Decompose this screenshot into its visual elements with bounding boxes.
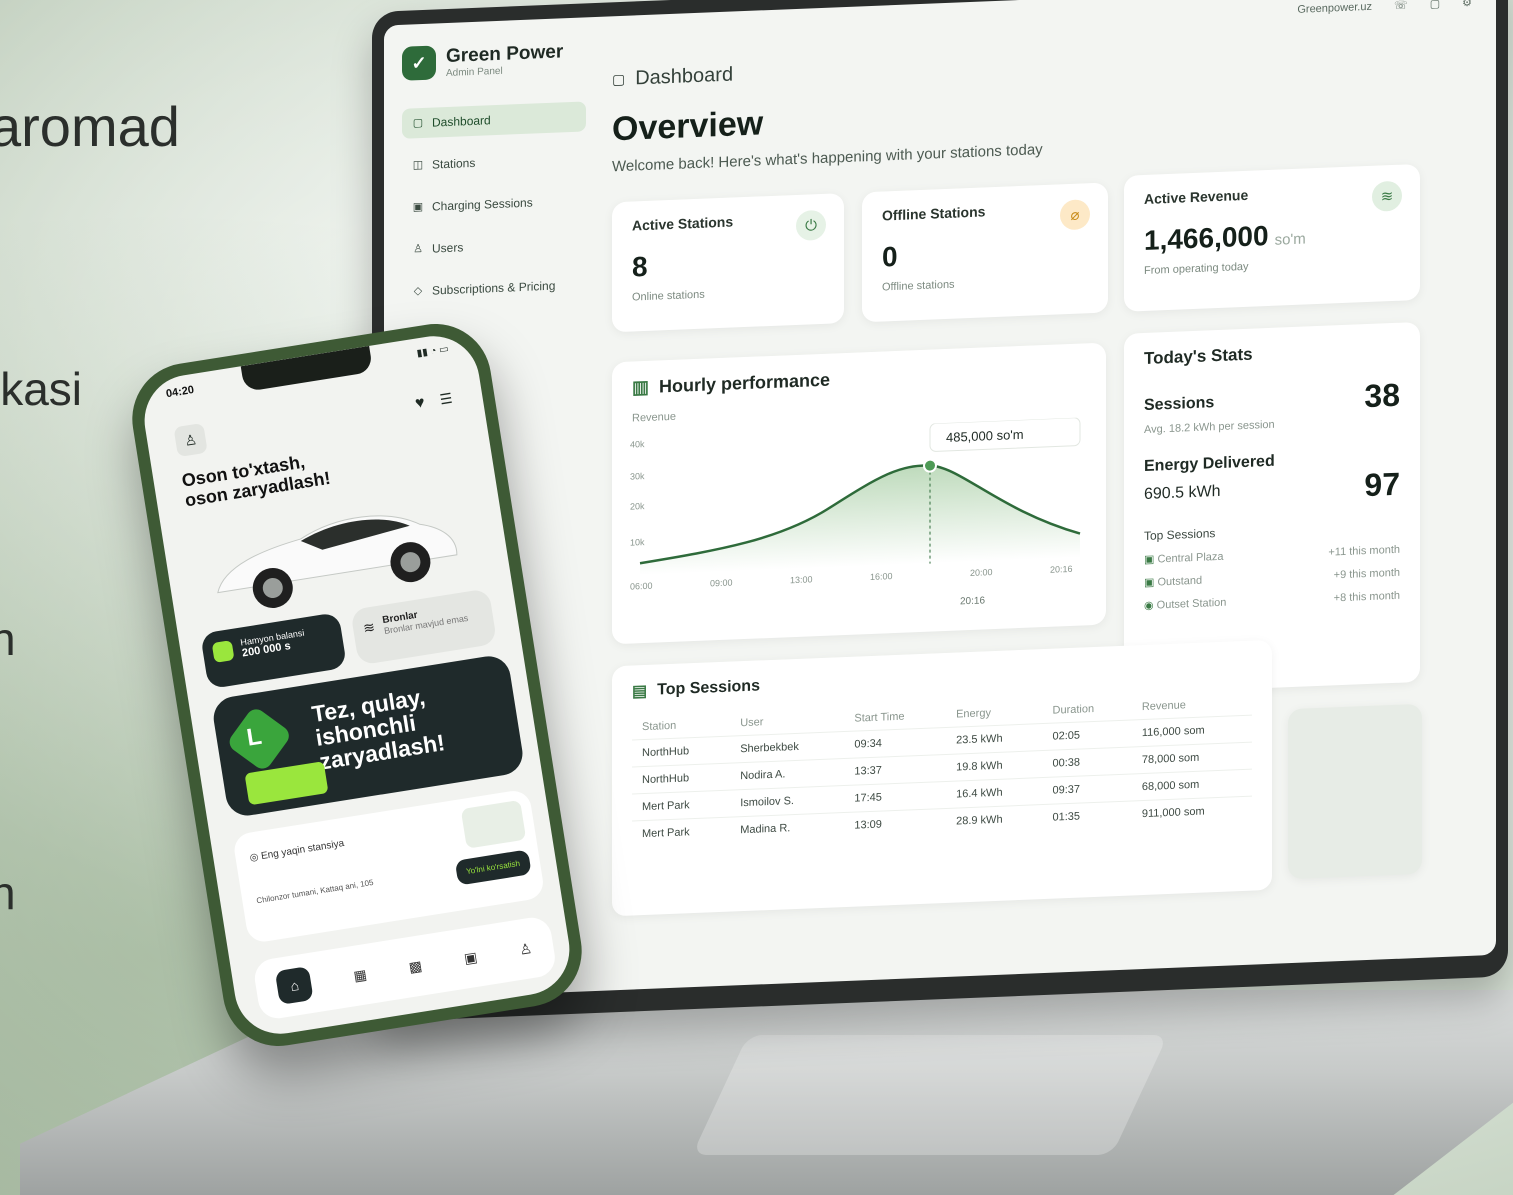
- station-icon: ▣: [1144, 553, 1155, 566]
- y-tick: 30k: [630, 471, 645, 482]
- coins-icon: ≋: [1372, 180, 1402, 212]
- station-icon: ◫: [412, 158, 424, 172]
- x-tick: 20:00: [970, 567, 993, 578]
- grid-icon[interactable]: ▣: [463, 948, 479, 967]
- bolt-icon: ▣: [412, 200, 424, 214]
- page-title: Overview: [612, 104, 764, 149]
- layers-icon: ≋: [361, 618, 377, 637]
- map-thumbnail[interactable]: [1288, 703, 1422, 880]
- touchpad: [692, 1035, 1168, 1155]
- profile-icon[interactable]: ♙: [518, 939, 533, 958]
- location-pin-icon: ◎: [248, 851, 260, 864]
- sessions-table: Station User Start Time Energy Duration …: [632, 691, 1252, 848]
- x-tick: 20:16: [1050, 564, 1073, 575]
- x-tick: 13:00: [790, 574, 813, 585]
- station-address: Chilonzor tumani, Kattaq ani, 105: [255, 877, 375, 906]
- todays-stats-card: Today's Stats Sessions 38 Avg. 18.2 kWh …: [1124, 321, 1420, 694]
- phone-headline: Oson to'xtash, oson zaryadlash!: [180, 451, 332, 511]
- sessions-table-card: ▤ Top Sessions Station User Start Time En…: [612, 639, 1272, 917]
- station-icon: ▣: [1144, 576, 1155, 589]
- top-item[interactable]: ◉ Outset Station +8 this month: [1144, 589, 1400, 612]
- signal-icon: ▮▮ ◔ ▭: [416, 343, 450, 360]
- bar-chart-icon: ▥: [632, 376, 650, 398]
- energy-count: 97: [1364, 465, 1400, 504]
- sidebar-item-pricing[interactable]: ◇ Subscriptions & Pricing: [402, 269, 586, 306]
- stations-tab-icon[interactable]: ▦: [352, 966, 368, 985]
- hourly-chart: 40k 30k 20k 10k 485,000 so'm 06:00 09:00…: [630, 417, 1081, 607]
- kpi-card-offline-stations: Offline Stations ⌀ 0 Offline stations: [862, 182, 1108, 323]
- tag-icon: ◇: [413, 284, 423, 298]
- sidebar-item-dashboard[interactable]: ▢ Dashboard: [402, 101, 586, 139]
- stats-title: Today's Stats: [1144, 344, 1253, 368]
- dashboard-crumb-icon: ▢: [612, 70, 626, 88]
- kpi-card-active-stations: Active Stations ⏻ 8 Online stations: [612, 193, 844, 333]
- promo-text: Tez, qulay, ishonchli zaryadlash!: [310, 683, 447, 775]
- nearest-station-card[interactable]: ◎ Eng yaqin stansiya Chilonzor tumani, K…: [231, 788, 546, 945]
- power-icon: ⏻: [796, 209, 826, 241]
- revenue-area: [640, 465, 1080, 576]
- side-text-4: h: [0, 867, 16, 919]
- energy-value: 690.5 kWh: [1144, 482, 1221, 503]
- phone-notch: [240, 345, 374, 392]
- side-heading: aromad: [0, 95, 180, 158]
- x-tick: 09:00: [710, 578, 733, 589]
- x-tick: 06:00: [630, 581, 653, 592]
- bookings-card[interactable]: ≋ Bronlar Bronlar mavjud emas: [350, 588, 498, 666]
- avatar-icon[interactable]: ♙: [173, 422, 208, 458]
- sidebar-item-stations[interactable]: ◫ Stations: [402, 143, 586, 180]
- breadcrumb: ▢ Dashboard: [612, 63, 734, 90]
- y-tick: 10k: [630, 537, 645, 548]
- sidebar-item-users[interactable]: ♙ Users: [402, 227, 586, 264]
- tooltip-value: 485,000 so'm: [946, 427, 1024, 445]
- phone-time: 04:20: [165, 383, 195, 401]
- wallet-icon: [211, 640, 235, 663]
- battery-icon: [244, 761, 329, 806]
- brand-name: Green Power: [446, 40, 564, 67]
- chart-footer: 20:16: [960, 595, 985, 607]
- user-icon: ♙: [413, 242, 423, 256]
- top-item[interactable]: ▣ Central Plaza +11 this month: [1144, 543, 1400, 566]
- hourly-performance-card: ▥ Hourly performance Revenue 40k 30k 20k …: [612, 342, 1106, 645]
- route-button[interactable]: Yo'lni ko'rsatish: [454, 849, 532, 886]
- brand: ✓ Green Power Admin Panel: [402, 39, 586, 81]
- main-content: ▢ Dashboard Overview Welcome back! Here'…: [612, 0, 1496, 990]
- leaf-logo-icon: ✓: [402, 45, 436, 81]
- y-tick: 20k: [630, 501, 645, 512]
- kpi-card-revenue: Active Revenue ≋ 1,466,000 so'm From oper…: [1124, 163, 1420, 312]
- menu-icon[interactable]: ☰: [439, 390, 454, 409]
- sessions-count: 38: [1364, 376, 1400, 415]
- table-icon: ▤: [632, 682, 648, 701]
- side-text-2: ikasi: [0, 363, 83, 415]
- side-text-3: n: [0, 613, 16, 665]
- sidebar-item-sessions[interactable]: ▣ Charging Sessions: [402, 185, 586, 222]
- dashboard-icon: ▢: [412, 116, 424, 130]
- home-icon[interactable]: ⌂: [275, 966, 315, 1005]
- heart-icon[interactable]: ♥: [414, 394, 426, 413]
- mini-map: [460, 799, 527, 849]
- plug-off-icon: ⌀: [1060, 199, 1090, 231]
- y-tick: 40k: [630, 439, 645, 450]
- peak-point[interactable]: [923, 458, 937, 473]
- wallet-card[interactable]: Hamyon balansi 200 000 s: [200, 612, 348, 690]
- top-item[interactable]: ▣ Outstand +9 this month: [1144, 566, 1400, 589]
- check-icon: ◉: [1144, 599, 1154, 612]
- qr-icon[interactable]: ▩: [408, 957, 424, 976]
- x-tick: 16:00: [870, 571, 893, 582]
